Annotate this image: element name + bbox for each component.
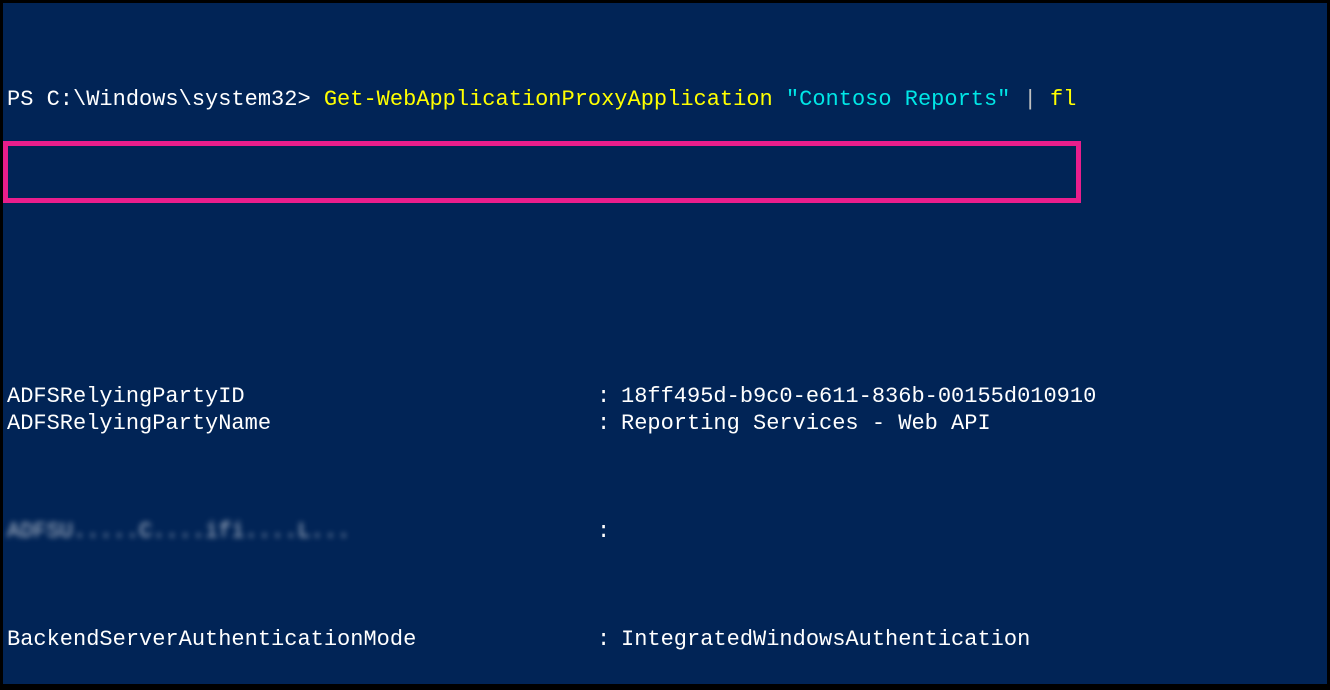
cmdlet-argument: "Contoso Reports" <box>773 87 1011 112</box>
format-list-cmd: fl <box>1037 87 1077 112</box>
property-name: ADFSRelyingPartyName <box>7 410 597 437</box>
separator: : <box>597 383 621 410</box>
command-line: PS C:\Windows\system32> Get-WebApplicati… <box>3 86 1327 113</box>
property-row: ADFSRelyingPartyName: Reporting Services… <box>3 410 1327 437</box>
separator: : <box>597 410 621 437</box>
property-value: Reporting Services - Web API <box>621 410 1327 437</box>
prompt-prefix: PS C:\Windows\system32> <box>7 87 324 112</box>
property-value: IntegratedWindowsAuthentication <box>621 626 1327 653</box>
separator: : <box>597 626 621 653</box>
cmdlet-name: Get-WebApplicationProxyApplication <box>324 87 773 112</box>
powershell-terminal[interactable]: PS C:\Windows\system32> Get-WebApplicati… <box>3 3 1327 684</box>
property-row: ADFSRelyingPartyID: 18ff495d-b9c0-e611-8… <box>3 383 1327 410</box>
highlighted-property-row: BackendServerAuthenticationMode : Integr… <box>3 626 1327 653</box>
obscured-row-top: ADFSU.....C....ifi....L... : <box>3 518 1327 545</box>
output-before-highlight: ADFSRelyingPartyID: 18ff495d-b9c0-e611-8… <box>3 383 1327 437</box>
pipe-operator: | <box>1010 87 1036 112</box>
property-name: BackendServerAuthenticationMode <box>7 626 597 653</box>
property-name: ADFSRelyingPartyID <box>7 383 597 410</box>
property-value: 18ff495d-b9c0-e611-836b-00155d010910 <box>621 383 1327 410</box>
blank-line <box>3 194 1327 221</box>
blank-line <box>3 275 1327 302</box>
